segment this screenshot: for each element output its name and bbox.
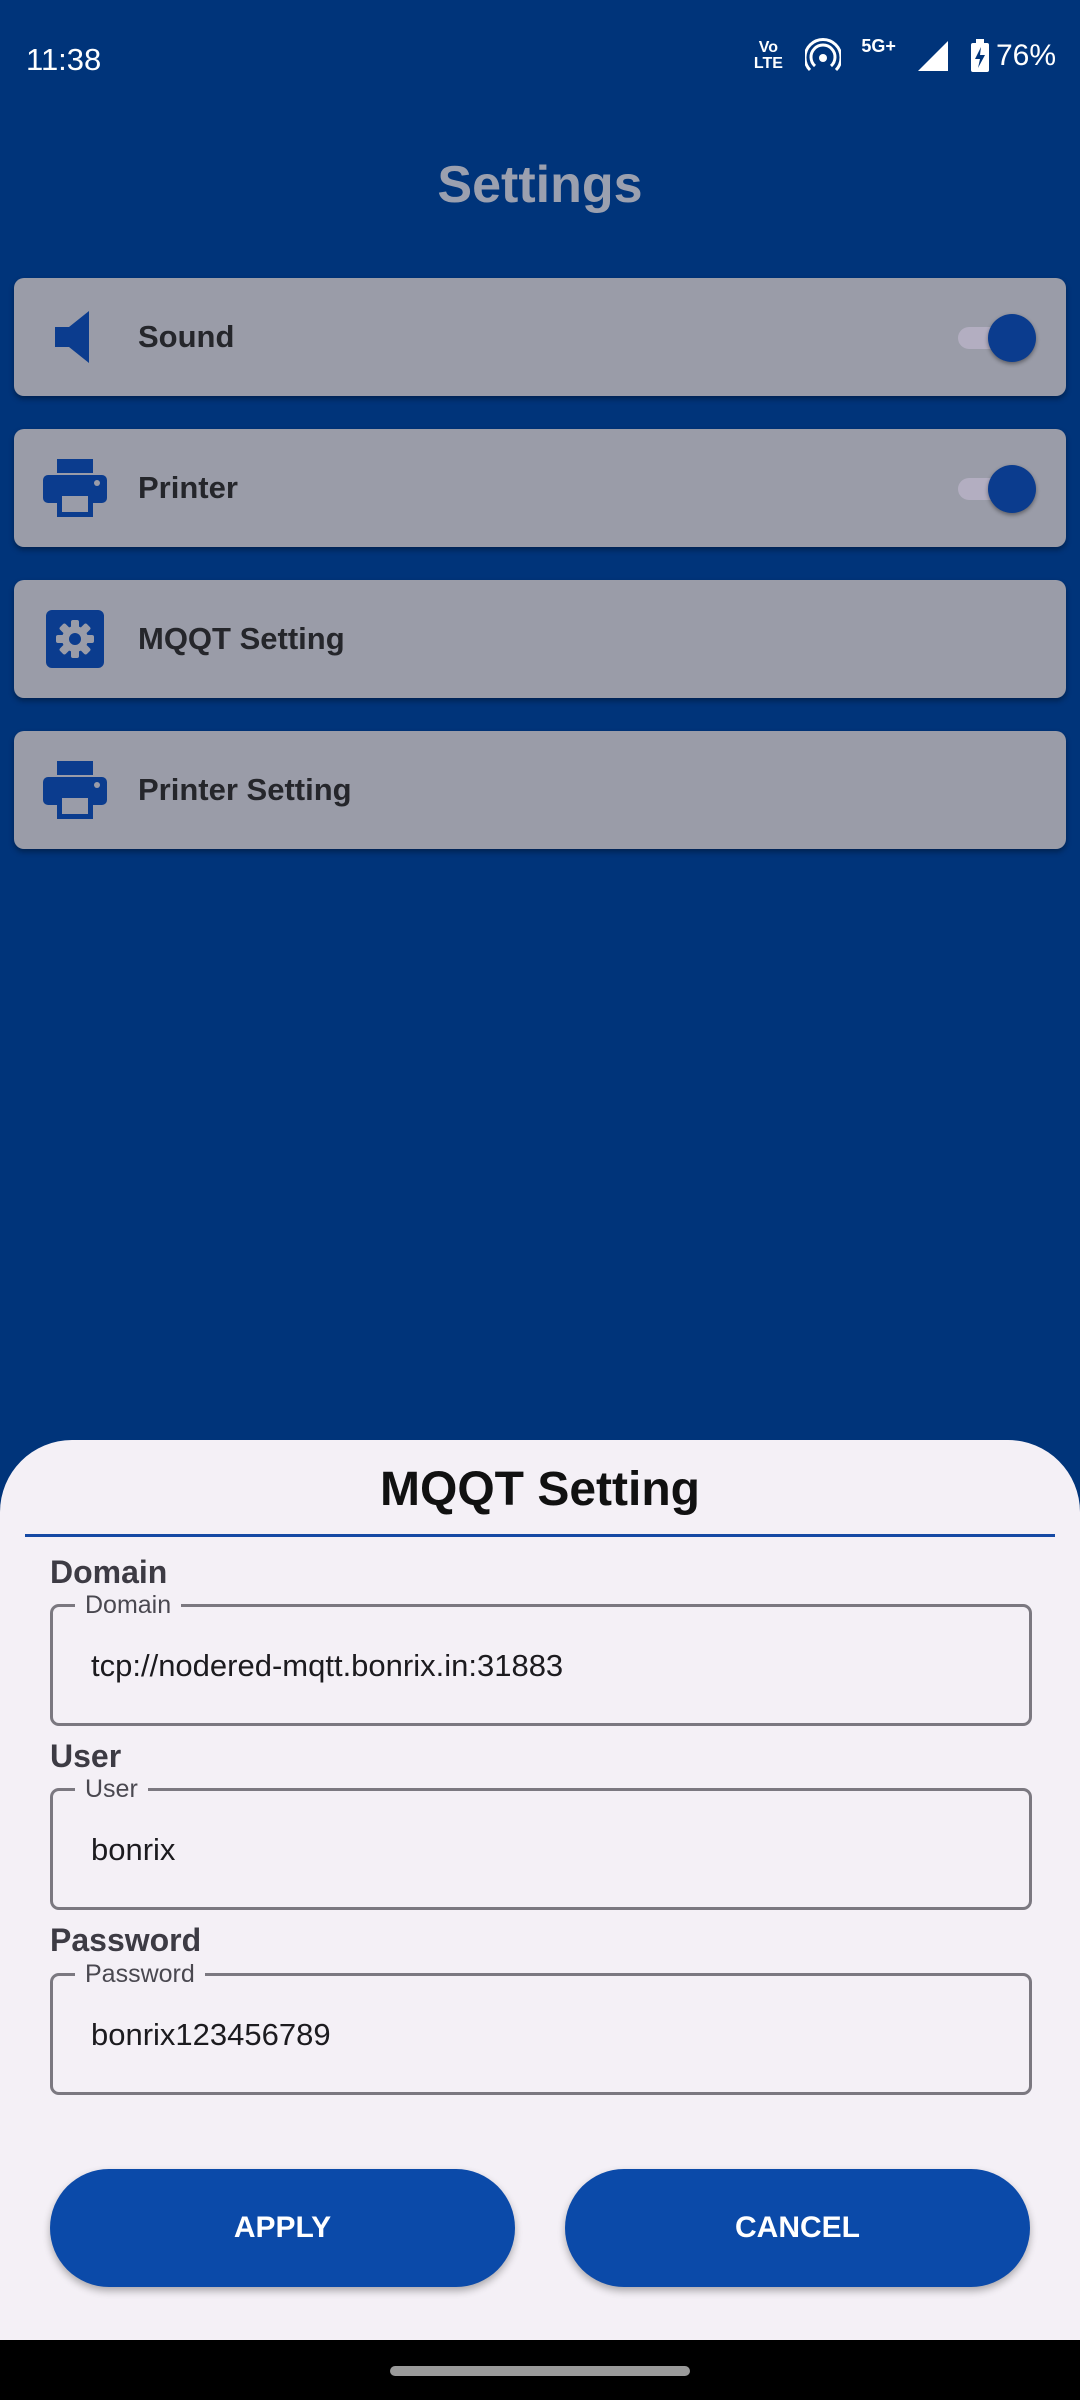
battery-icon — [970, 39, 989, 72]
speaker-icon — [42, 304, 108, 370]
setting-label: MQQT Setting — [138, 621, 345, 656]
setting-item-sound[interactable]: Sound — [14, 278, 1066, 396]
home-gesture-handle[interactable] — [390, 2366, 690, 2376]
sheet-title: MQQT Setting — [380, 1463, 700, 1516]
volte-icon: Vo LTE — [753, 39, 783, 72]
setting-item-printer[interactable]: Printer — [14, 429, 1066, 547]
password-field[interactable]: Password — [50, 1960, 1032, 2095]
password-input[interactable] — [89, 2006, 993, 2064]
setting-label: Sound — [138, 319, 235, 354]
signal-icon — [917, 41, 948, 71]
toggle-thumb — [988, 314, 1036, 362]
sound-toggle[interactable] — [952, 314, 1036, 362]
cancel-button[interactable]: CANCEL — [565, 2169, 1030, 2287]
mqqt-setting-sheet: MQQT Setting Domain Domain User User Pas… — [0, 1440, 1080, 2340]
printer-toggle[interactable] — [952, 465, 1036, 513]
password-section-label: Password — [50, 1922, 202, 1958]
user-section-label: User — [50, 1738, 122, 1774]
settings-list: Sound Printer MQQT Setting Printer Setti… — [14, 278, 1066, 882]
toggle-thumb — [988, 465, 1036, 513]
domain-field[interactable]: Domain — [50, 1591, 1032, 1726]
domain-input[interactable] — [89, 1637, 993, 1695]
gear-icon — [42, 606, 108, 672]
network-type: 5G+ — [861, 35, 896, 56]
page-title: Settings — [437, 156, 643, 214]
password-floating-label: Password — [75, 1960, 205, 1988]
printer-icon — [42, 455, 108, 521]
navigation-bar — [0, 2340, 1080, 2400]
domain-section-label: Domain — [50, 1554, 168, 1590]
printer-icon — [42, 757, 108, 823]
setting-label: Printer Setting — [138, 772, 352, 807]
status-time: 11:38 — [26, 42, 102, 77]
hotspot-icon — [805, 38, 842, 72]
battery-percent: 76% — [995, 39, 1056, 72]
setting-item-printer-setting[interactable]: Printer Setting — [14, 731, 1066, 849]
setting-item-mqqt[interactable]: MQQT Setting — [14, 580, 1066, 698]
user-floating-label: User — [75, 1775, 148, 1803]
user-field[interactable]: User — [50, 1775, 1032, 1910]
user-input[interactable] — [89, 1821, 993, 1879]
domain-floating-label: Domain — [75, 1591, 182, 1619]
title-divider — [25, 1534, 1055, 1537]
setting-label: Printer — [138, 470, 238, 505]
battery: 76% — [970, 39, 1056, 73]
status-icons: Vo LTE 5G+ 76% — [751, 35, 1056, 74]
status-bar: 11:38 Vo LTE 5G+ 76% — [0, 0, 1080, 125]
apply-button[interactable]: APPLY — [50, 2169, 515, 2287]
